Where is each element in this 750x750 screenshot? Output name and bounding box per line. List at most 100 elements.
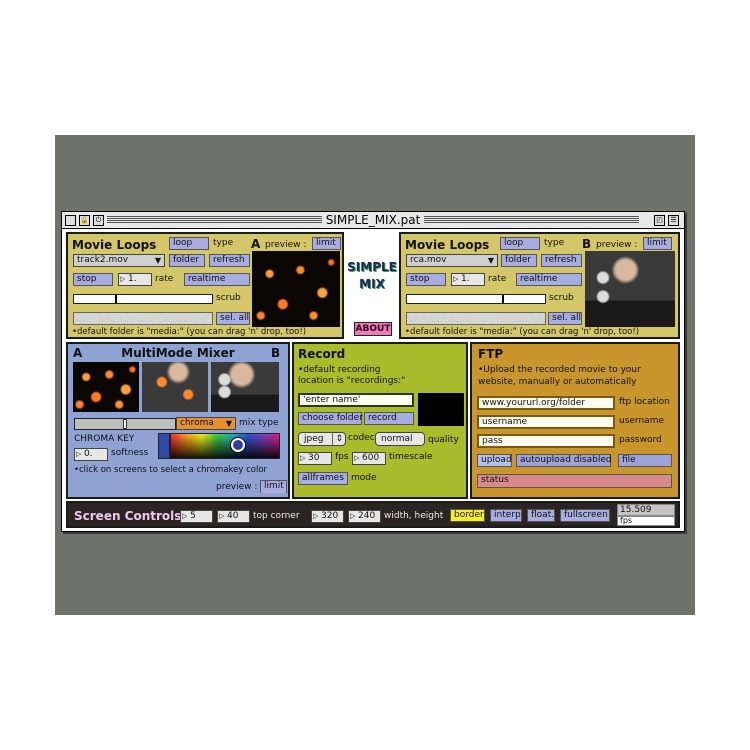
chevron-down-icon: ▼ [225,419,232,428]
movie-file-menu[interactable]: track2.mov ▼ [73,254,165,267]
scrub-slider[interactable] [73,294,213,304]
patcher-window: 🔒 ⏻ SIMPLE_MIX.pat ◰ ☰ Movie Loops loop … [61,211,685,532]
color-picker-cursor[interactable] [231,438,245,452]
zoom-box-icon[interactable]: ◰ [654,215,665,226]
folder-button[interactable]: folder [501,254,537,267]
folder-button[interactable]: folder [169,254,205,267]
scrub-slider-knob[interactable] [115,295,117,303]
collapse-box-icon[interactable]: ☰ [668,215,679,226]
fps-readout: 15.509 [617,504,675,516]
mixer-channel-b: B [271,346,281,360]
preview-a-video[interactable] [252,251,340,327]
record-panel: Record •default recording location is "r… [292,342,468,499]
float-toggle[interactable]: float. [527,509,555,522]
scrub-slider-knob[interactable] [502,295,504,303]
quality-menu[interactable]: normal [375,432,425,446]
mixer-output-screen[interactable] [142,362,208,412]
timescale-label: timescale [389,452,433,462]
interp-toggle[interactable]: interp [490,509,522,522]
ftp-username-field[interactable]: username [477,415,615,429]
choose-folder-button[interactable]: choose folder [298,412,363,425]
preview-limit-button[interactable]: limit [643,237,672,250]
logo-line2: MIX [359,277,385,291]
upload-button[interactable]: upload [477,454,512,467]
preview-limit-button[interactable]: limit [260,480,287,493]
quality-label: quality [428,435,459,445]
ftp-location-field[interactable]: www.yoururl.org/folder [477,396,615,410]
record-button[interactable]: record [364,412,414,425]
record-preview-screen [418,393,464,426]
about-button[interactable]: ABOUT [354,322,392,336]
default-folder-note: •default folder is "media:" (you can dra… [72,327,307,337]
mixer-source-b-screen[interactable] [211,362,279,412]
fps-label: fps [335,452,349,462]
softness-number-box[interactable]: 0. [74,448,108,461]
refresh-button[interactable]: refresh [209,254,250,267]
mode-label: mode [351,473,377,483]
crossfade-slider[interactable] [74,418,176,430]
chroma-key-label: CHROMA KEY [74,434,135,444]
screen-controls-panel: Screen Controls 5 40 top corner 320 240 … [66,501,680,528]
loop-type-button[interactable]: loop [169,237,209,250]
record-mode-button[interactable]: allframes [298,472,348,485]
ftp-password-field[interactable]: pass [477,434,615,448]
window-title: SIMPLE_MIX.pat [62,213,684,227]
channel-b-label: B [582,237,592,251]
movie-loops-b-panel: Movie Loops loop type B preview : limit … [399,232,680,339]
realtime-button[interactable]: realtime [516,273,582,286]
mix-type-menu[interactable]: chroma ▼ [176,417,236,430]
realtime-button[interactable]: realtime [184,273,250,286]
record-note-line2: location is "recordings:" [298,376,406,386]
mixer-source-a-screen[interactable] [73,362,139,412]
stop-button[interactable]: stop [406,273,446,286]
loop-type-button[interactable]: loop [500,237,540,250]
type-label: type [544,238,565,248]
rate-number-box[interactable]: 1. [118,273,152,286]
mix-type-label: mix type [239,418,279,428]
movie-loops-b-title: Movie Loops [405,238,490,252]
crossfade-slider-knob[interactable] [123,419,127,429]
preview-b-video[interactable] [585,251,675,327]
movie-name-field[interactable]: 'enter name' [298,393,414,407]
logo-area: SIMPLE MIX ABOUT [346,232,398,339]
updown-icon: ⇕ [332,433,343,445]
width-height-label: width, height [384,511,444,521]
codec-menu[interactable]: jpeg ⇕ [298,432,346,446]
mixer-panel: A MultiMode Mixer B chroma ▼ mix type CHR… [66,342,290,499]
file-list-field[interactable] [406,312,546,325]
record-title: Record [298,347,346,361]
ftp-panel: FTP •Upload the recorded movie to your w… [470,342,680,499]
top-corner-y-box[interactable]: 40 [217,510,250,523]
channel-a-label: A [251,237,261,251]
border-toggle[interactable]: border [450,509,485,522]
title-bar[interactable]: 🔒 ⏻ SIMPLE_MIX.pat ◰ ☰ [62,212,684,229]
height-box[interactable]: 240 [348,510,381,523]
preview-limit-button[interactable]: limit [312,237,341,250]
select-all-button[interactable]: sel. all [216,312,250,325]
rate-label: rate [155,274,174,284]
rate-number-box[interactable]: 1. [451,273,485,286]
top-corner-x-box[interactable]: 5 [180,510,213,523]
chromakey-note: •click on screens to select a chromakey … [74,465,268,475]
mixer-title: MultiMode Mixer [121,346,235,360]
timescale-number-box[interactable]: 600 [352,452,386,465]
autoupload-button[interactable]: autoupload disabled [516,454,612,467]
file-button[interactable]: file [618,454,672,467]
refresh-button[interactable]: refresh [541,254,582,267]
width-box[interactable]: 320 [311,510,344,523]
movie-loops-a-panel: Movie Loops loop type A preview : limit … [66,232,344,339]
movie-loops-a-title: Movie Loops [72,238,157,252]
scrub-slider[interactable] [406,294,546,304]
select-all-button[interactable]: sel. all [548,312,582,325]
type-label: type [213,238,234,248]
preview-label: preview : [216,482,258,492]
stop-button[interactable]: stop [73,273,113,286]
fps-number-box[interactable]: 30 [298,452,332,465]
movie-file-menu[interactable]: rca.mov ▼ [406,254,498,267]
preview-label: preview : [596,240,638,250]
chromakey-color-picker[interactable] [170,433,280,459]
rate-label: rate [488,274,507,284]
fullscreen-button[interactable]: fullscreen [560,509,610,522]
file-list-field[interactable] [73,312,213,325]
preview-label: preview : [265,240,307,250]
